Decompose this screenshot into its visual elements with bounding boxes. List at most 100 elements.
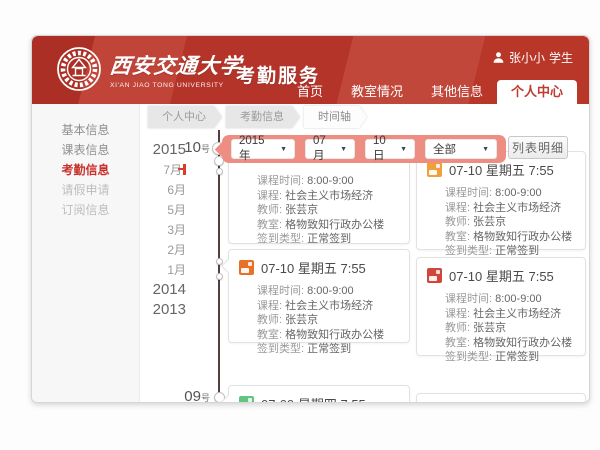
field-label: 签到类型:: [445, 245, 495, 257]
card-rows: 课程时间: 8:00-9:00课程: 社会主义市场经济教师: 张芸京教室: 格物…: [417, 285, 585, 365]
nav-personal-center[interactable]: 个人中心: [497, 80, 577, 104]
field-value: 8:00-9:00: [495, 293, 541, 305]
timeline-month-3[interactable]: 3月: [128, 220, 190, 240]
attendance-card-stub: [416, 393, 586, 403]
nav-home[interactable]: 首页: [283, 80, 337, 104]
field-label: 课程时间:: [445, 293, 495, 305]
sidebar-item-basic-info[interactable]: 基本信息: [32, 120, 139, 140]
timeline-month-5[interactable]: 5月: [128, 200, 190, 220]
card-row: 课程: 社会主义市场经济: [445, 307, 575, 322]
signin-status-icon: [427, 162, 442, 177]
university-logo: 西安交通大学 XI'AN JIAO TONG UNIVERSITY: [56, 46, 242, 92]
user-name: 张小小: [509, 49, 545, 66]
current-month-marker: [183, 164, 186, 175]
type-select[interactable]: 全部▼: [425, 139, 497, 159]
field-label: 教师:: [445, 216, 473, 228]
field-label: 教室:: [257, 219, 285, 231]
card-row: 教师: 张芸京: [257, 203, 399, 218]
signin-status-icon: [427, 268, 442, 283]
card-row: 课程时间: 8:00-9:00: [257, 284, 399, 299]
year-select[interactable]: 2015年▼: [231, 139, 295, 159]
sidebar-item-schedule-info[interactable]: 课表信息: [32, 140, 139, 160]
list-detail-button[interactable]: 列表明细: [508, 136, 568, 159]
field-value: 张芸京: [285, 314, 318, 326]
university-name-en: XI'AN JIAO TONG UNIVERSITY: [110, 82, 242, 89]
timeline-year-2013[interactable]: 2013: [128, 300, 190, 320]
field-value: 社会主义市场经济: [473, 202, 561, 214]
field-value: 社会主义市场经济: [285, 190, 373, 202]
field-label: 课程时间:: [445, 187, 495, 199]
field-label: 签到类型:: [257, 233, 307, 245]
card-row: 教师: 张芸京: [445, 215, 575, 230]
nav-classroom-status[interactable]: 教室情况: [337, 80, 417, 104]
timeline-month-7[interactable]: 7月: [128, 160, 190, 180]
gear-emblem-icon: [56, 46, 102, 92]
field-value: 8:00-9:00: [495, 187, 541, 199]
card-header: 07-10 星期五 7:55: [417, 258, 585, 285]
timeline-year-month-nav: 2015 7月 6月 5月 3月 2月 1月 2014 2013: [128, 140, 190, 320]
timeline-month-6[interactable]: 6月: [128, 180, 190, 200]
caret-down-icon: ▼: [482, 146, 489, 153]
field-label: 签到类型:: [257, 343, 307, 355]
field-label: 课程:: [445, 308, 473, 320]
timeline-month-2[interactable]: 2月: [128, 240, 190, 260]
field-label: 课程:: [257, 300, 285, 312]
field-label: 教室:: [445, 337, 473, 349]
field-value: 正常签到: [495, 351, 539, 363]
nav-other-info[interactable]: 其他信息: [417, 80, 497, 104]
sidebar-item-attendance-info[interactable]: 考勤信息: [32, 160, 139, 180]
field-value: 8:00-9:00: [307, 175, 353, 187]
card-row: 课程时间: 8:00-9:00: [445, 292, 575, 307]
person-icon: [492, 51, 505, 64]
sidebar-item-leave-request[interactable]: 请假申请: [32, 180, 139, 200]
caret-down-icon: ▼: [400, 146, 407, 153]
card-rows: 课程时间: 8:00-9:00课程: 社会主义市场经济教师: 张芸京教室: 格物…: [229, 277, 409, 357]
timeline-year-2014[interactable]: 2014: [128, 280, 190, 300]
breadcrumb-attendance-info[interactable]: 考勤信息: [226, 106, 292, 128]
field-value: 格物致知行政办公楼: [473, 337, 572, 349]
date-filter-popover: 2015年▼ 07月▼ 10日▼ 全部▼: [222, 135, 506, 163]
card-row: 课程时间: 8:00-9:00: [445, 186, 575, 201]
day-select[interactable]: 10日▼: [365, 139, 415, 159]
field-label: 签到类型:: [445, 351, 495, 363]
signin-status-icon: [239, 396, 254, 403]
field-value: 格物致知行政办公楼: [285, 219, 384, 231]
field-label: 教师:: [445, 322, 473, 334]
main-nav: 首页 教室情况 其他信息 个人中心: [283, 80, 577, 104]
attendance-card: 07-10 星期五 7:55 课程时间: 8:00-9:00课程: 社会主义市场…: [416, 151, 586, 250]
day-marker-09: 09号: [160, 388, 210, 403]
breadcrumb: 个人中心 考勤信息 时间轴: [148, 106, 371, 128]
field-value: 8:00-9:00: [307, 285, 353, 297]
app-window: 西安交通大学 XI'AN JIAO TONG UNIVERSITY 考勤服务 张…: [31, 35, 590, 403]
field-value: 正常签到: [495, 245, 539, 257]
user-account[interactable]: 张小小 学生: [492, 49, 573, 66]
timeline-month-1[interactable]: 1月: [128, 260, 190, 280]
field-label: 课程:: [445, 202, 473, 214]
card-row: 课程: 社会主义市场经济: [257, 299, 399, 314]
field-value: 社会主义市场经济: [473, 308, 561, 320]
card-title: 07-10 星期五 7:55: [261, 258, 366, 277]
field-value: 张芸京: [473, 216, 506, 228]
page: 西安交通大学 XI'AN JIAO TONG UNIVERSITY 考勤服务 张…: [0, 0, 600, 450]
field-value: 张芸京: [285, 204, 318, 216]
field-value: 格物致知行政办公楼: [285, 329, 384, 341]
app-header: 西安交通大学 XI'AN JIAO TONG UNIVERSITY 考勤服务 张…: [32, 36, 589, 104]
signin-status-icon: [239, 260, 254, 275]
field-label: 教师:: [257, 204, 285, 216]
breadcrumb-personal-center[interactable]: 个人中心: [148, 106, 214, 128]
card-row: 课程时间: 8:00-9:00: [257, 174, 399, 189]
card-title: 07-09 星期四 7:55: [261, 394, 366, 403]
breadcrumb-timeline[interactable]: 时间轴: [304, 106, 359, 128]
field-label: 教师:: [257, 314, 285, 326]
card-row: 课程: 社会主义市场经济: [445, 201, 575, 216]
field-value: 社会主义市场经济: [285, 300, 373, 312]
field-value: 正常签到: [307, 343, 351, 355]
card-row: 教师: 张芸京: [445, 321, 575, 336]
sidebar-item-subscription-info[interactable]: 订阅信息: [32, 200, 139, 220]
card-row: 教室: 格物致知行政办公楼: [257, 218, 399, 233]
card-row: 教室: 格物致知行政办公楼: [445, 230, 575, 245]
field-value: 格物致知行政办公楼: [473, 231, 572, 243]
month-select[interactable]: 07月▼: [305, 139, 355, 159]
field-value: 正常签到: [307, 233, 351, 245]
field-label: 课程:: [257, 190, 285, 202]
